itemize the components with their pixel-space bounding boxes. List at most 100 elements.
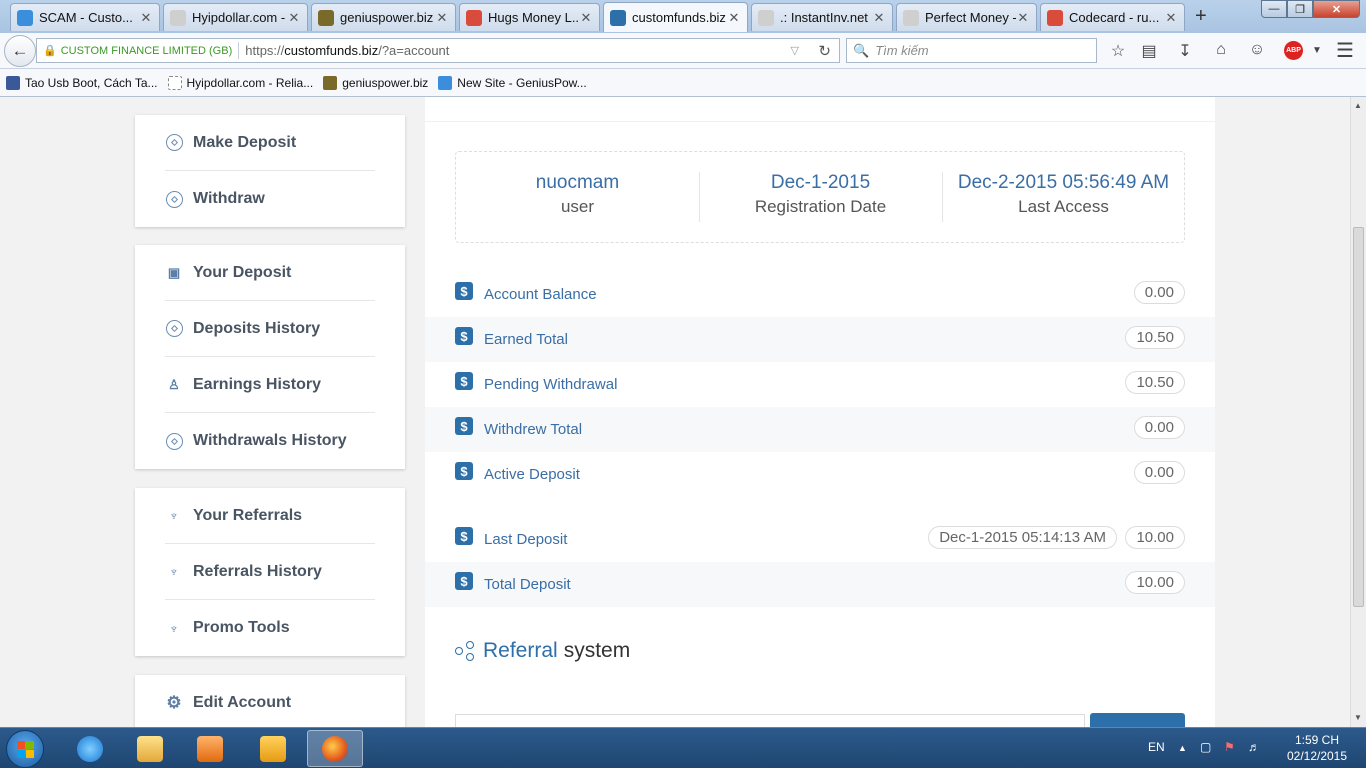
system-clock[interactable]: 1:59 CH 02/12/2015: [1284, 732, 1350, 764]
facebook-icon: [6, 75, 20, 90]
close-tab-icon[interactable]: ✕: [872, 10, 886, 26]
browser-tab[interactable]: Codecard - ru... ✕: [1040, 3, 1185, 31]
url-text: https://customfunds.biz/?a=account: [245, 43, 450, 58]
history-dropdown-icon[interactable]: ▽: [791, 44, 799, 57]
adblock-icon[interactable]: ABP: [1284, 41, 1303, 60]
browser-tab[interactable]: .: InstantInv.net :. ✕: [751, 3, 893, 31]
sidebar-item[interactable]: ♆ Your Referrals: [165, 488, 375, 544]
browser-tab[interactable]: Hugs Money L... ✕: [459, 3, 600, 31]
addon-dropdown-icon[interactable]: ▼: [1307, 45, 1327, 56]
navigation-bar: ← 🔒 CUSTOM FINANCE LIMITED (GB) https://…: [0, 33, 1366, 69]
page-content: Make Deposit Withdraw ▣ Your Deposit Deposit…: [0, 97, 1350, 727]
reading-list-icon[interactable]: ▤: [1139, 41, 1159, 61]
menu-icon[interactable]: ☰: [1335, 38, 1355, 63]
volume-icon[interactable]: ♬: [1248, 740, 1260, 754]
taskbar-outlook[interactable]: [245, 730, 301, 767]
stat-label: Pending Withdrawal: [484, 376, 618, 393]
bookmark-star-icon[interactable]: ☆: [1108, 41, 1128, 61]
close-tab-icon[interactable]: ✕: [727, 10, 741, 26]
deposit-value: 10.00: [1125, 526, 1185, 549]
page-scrollbar[interactable]: ▲ ▼: [1350, 97, 1366, 727]
reload-icon[interactable]: ↻: [818, 42, 831, 60]
bookmark-item[interactable]: New Site - GeniusPow...: [438, 75, 587, 90]
back-button[interactable]: ←: [4, 35, 36, 67]
stat-row: $ Active Deposit 0.00: [425, 452, 1215, 497]
stat-row: $ Withdrew Total 0.00: [425, 407, 1215, 452]
close-tab-icon[interactable]: ✕: [1016, 10, 1030, 26]
diamond-circle-icon: [165, 432, 183, 450]
bookmark-item[interactable]: Tao Usb Boot, Cách Ta...: [6, 75, 158, 90]
taskbar-firefox[interactable]: [307, 730, 363, 767]
sidebar-item[interactable]: ⚙ Edit Account: [165, 675, 375, 727]
sidebar-item-label: Deposits History: [193, 319, 321, 337]
sidebar-item-label: Edit Account: [193, 694, 292, 711]
taskbar-media-player[interactable]: [182, 730, 238, 767]
blank-page-icon: [903, 9, 919, 26]
sidebar-item[interactable]: Make Deposit: [165, 115, 375, 171]
browser-tab[interactable]: geniuspower.biz ✕: [311, 3, 456, 31]
referral-copy-button[interactable]: [1090, 713, 1185, 727]
sidebar-item-label: Make Deposit: [193, 133, 297, 151]
action-center-icon[interactable]: ⚑: [1224, 740, 1235, 754]
referral-person-icon: ♆: [169, 564, 179, 579]
stat-row: $ Earned Total 10.50: [425, 317, 1215, 362]
scroll-up-arrow[interactable]: ▲: [1354, 101, 1362, 110]
referral-link-input[interactable]: [455, 714, 1085, 727]
globe-icon: [323, 75, 338, 90]
scrollbar-thumb[interactable]: [1353, 227, 1364, 607]
blank-page-icon: [170, 9, 186, 26]
search-input[interactable]: 🔍 Tìm kiếm: [846, 38, 1097, 63]
sidebar-item-label: Your Deposit: [193, 263, 292, 281]
sidebar-group: ⚙ Edit Account: [135, 675, 405, 727]
language-indicator[interactable]: EN: [1148, 740, 1165, 754]
scroll-down-arrow[interactable]: ▼: [1354, 713, 1362, 722]
tab-label: .: InstantInv.net :.: [780, 10, 872, 25]
chat-icon[interactable]: ☺: [1247, 41, 1267, 59]
sidebar-item-label: Promo Tools: [193, 619, 290, 636]
search-placeholder: Tìm kiếm: [875, 43, 929, 58]
sidebar-item[interactable]: ♆ Promo Tools: [165, 600, 375, 656]
home-icon[interactable]: ⌂: [1211, 41, 1231, 59]
close-window-button[interactable]: ✕: [1313, 0, 1360, 18]
tab-label: SCAM - Custo...: [39, 10, 133, 25]
account-main-panel: nuocmam user Dec-1-2015 Registration Dat…: [425, 97, 1215, 727]
sidebar-item[interactable]: ▣ Your Deposit: [165, 245, 375, 301]
new-tab-button[interactable]: +: [1195, 5, 1207, 28]
sidebar-item[interactable]: Deposits History: [165, 301, 375, 357]
bookmark-item[interactable]: geniuspower.biz: [323, 75, 428, 90]
browser-tab[interactable]: Perfect Money - W...✕: [896, 3, 1037, 31]
registration-date-label: Registration Date: [754, 197, 887, 216]
sidebar-item[interactable]: ♆ Referrals History: [165, 544, 375, 600]
start-button[interactable]: [6, 730, 44, 768]
folder-icon: [137, 735, 163, 762]
s-circle-icon: [438, 75, 453, 90]
sidebar-item[interactable]: Withdraw: [165, 171, 375, 227]
sidebar-item[interactable]: ♙ Earnings History: [165, 357, 375, 413]
address-bar[interactable]: 🔒 CUSTOM FINANCE LIMITED (GB) https://cu…: [36, 38, 840, 63]
minimize-button[interactable]: —: [1261, 0, 1287, 18]
close-tab-icon[interactable]: ✕: [139, 10, 153, 26]
download-icon[interactable]: ↧: [1175, 41, 1195, 61]
network-icon[interactable]: ▢: [1200, 740, 1211, 754]
close-tab-icon[interactable]: ✕: [435, 10, 449, 26]
referral-system-heading: Referral system: [455, 639, 630, 663]
taskbar-ie[interactable]: [62, 730, 118, 767]
s-circle-icon: [17, 9, 33, 26]
bookmark-label: Tao Usb Boot, Cách Ta...: [25, 75, 158, 90]
tray-expand-icon[interactable]: ▲: [1178, 743, 1187, 753]
close-tab-icon[interactable]: ✕: [287, 10, 301, 26]
browser-tab[interactable]: Hyipdollar.com - R...✕: [163, 3, 308, 31]
sidebar-item[interactable]: Withdrawals History: [165, 413, 375, 469]
diamond-circle-icon: [165, 190, 183, 208]
dollar-icon: $: [455, 572, 473, 590]
deposit-label: Last Deposit: [484, 531, 568, 548]
close-tab-icon[interactable]: ✕: [579, 10, 593, 26]
maximize-button[interactable]: ❐: [1287, 0, 1313, 18]
taskbar-explorer[interactable]: [122, 730, 178, 767]
close-tab-icon[interactable]: ✕: [1164, 10, 1178, 26]
browser-tab[interactable]: SCAM - Custo... ✕: [10, 3, 160, 31]
dollar-icon: $: [455, 417, 473, 435]
bookmark-item[interactable]: Hyipdollar.com - Relia...: [167, 75, 313, 90]
browser-tab[interactable]: customfunds.biz ✕: [603, 2, 748, 32]
tab-label: Hyipdollar.com - R...: [192, 10, 287, 25]
